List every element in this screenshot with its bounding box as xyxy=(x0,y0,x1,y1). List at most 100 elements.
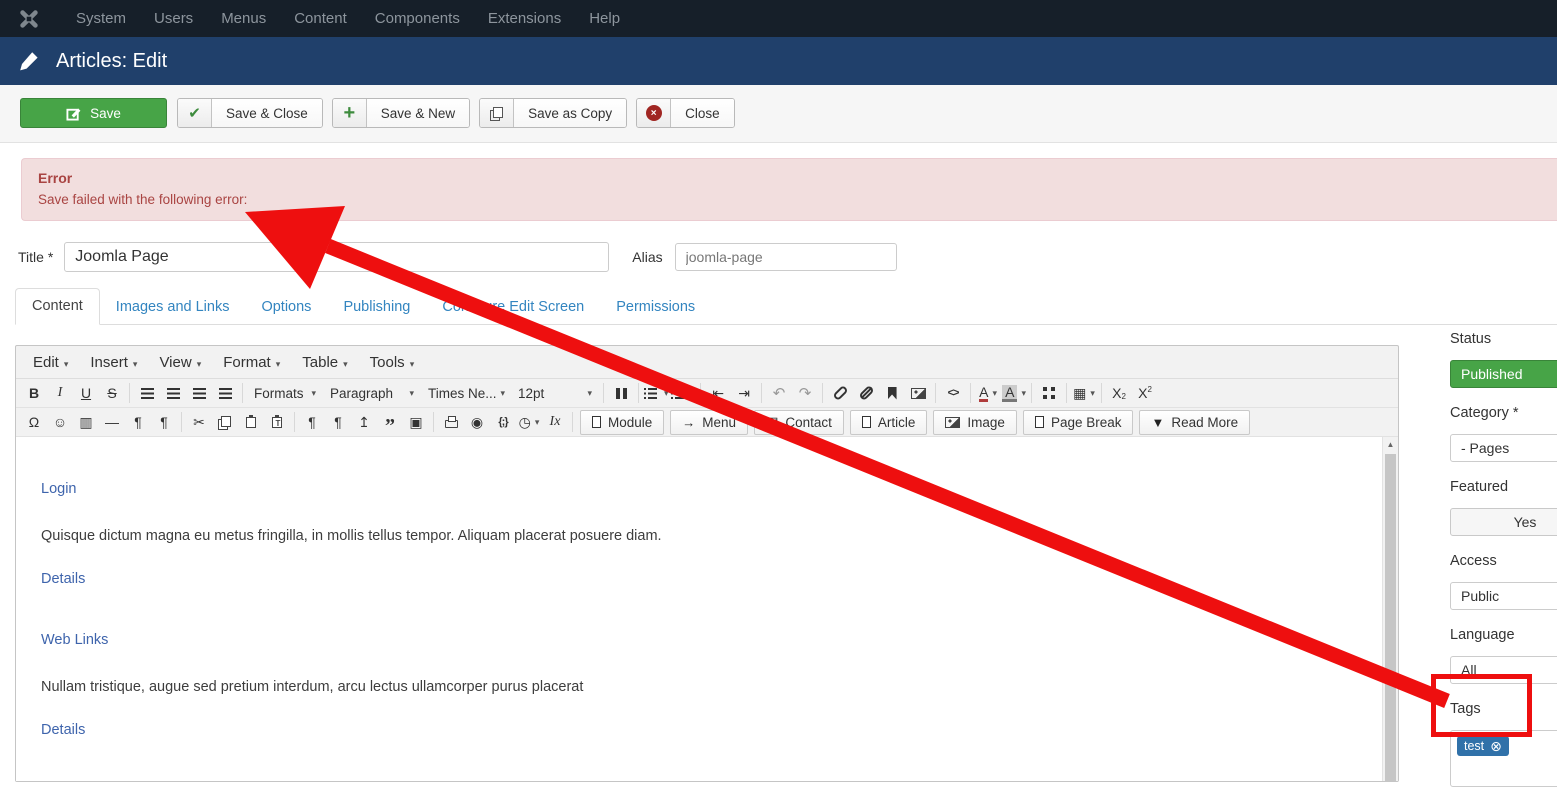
save-and-close-button[interactable]: ✔ Save & Close xyxy=(177,98,323,128)
underline-icon[interactable]: U xyxy=(74,381,98,405)
fullscreen-icon[interactable] xyxy=(1037,381,1061,405)
paragraph-dropdown[interactable]: Paragraph ▾ xyxy=(324,381,420,405)
horizontal-rule-icon[interactable]: — xyxy=(100,410,124,434)
superscript-icon[interactable]: X xyxy=(1133,381,1157,405)
editor-menu-view[interactable]: View ▾ xyxy=(148,354,212,371)
language-select[interactable]: All xyxy=(1450,656,1557,684)
italic-icon[interactable]: I xyxy=(48,381,72,405)
menu-item-help[interactable]: Help xyxy=(575,0,634,37)
blockquote-icon[interactable]: ” xyxy=(378,410,402,436)
template-icon[interactable]: ▣ xyxy=(404,410,428,434)
editor-menu-insert[interactable]: Insert ▾ xyxy=(79,354,148,371)
strikethrough-icon[interactable]: S xyxy=(100,381,124,405)
code-sample-icon[interactable]: {;} xyxy=(491,410,515,434)
scrollbar-thumb[interactable] xyxy=(1385,454,1396,781)
search-replace-icon[interactable] xyxy=(609,381,633,405)
tab-permissions[interactable]: Permissions xyxy=(600,290,711,325)
align-right-icon[interactable] xyxy=(187,381,211,405)
formats-dropdown[interactable]: Formats ▾ xyxy=(248,381,322,405)
print-icon[interactable] xyxy=(439,410,463,434)
bold-icon[interactable]: B xyxy=(22,381,46,405)
paste-icon[interactable] xyxy=(239,410,263,434)
image-button[interactable]: Image xyxy=(933,409,1017,435)
editor-menu-tools[interactable]: Tools ▾ xyxy=(359,354,426,371)
module-button[interactable]: Module xyxy=(580,409,665,435)
article-button[interactable]: Article xyxy=(849,409,928,435)
ltr-icon[interactable]: ¶ xyxy=(126,410,150,434)
special-character-icon[interactable]: Ω xyxy=(22,410,46,434)
readmore-button[interactable]: ▼ Read More xyxy=(1139,409,1251,435)
tab-publishing[interactable]: Publishing xyxy=(327,290,426,325)
tab-images-and-links[interactable]: Images and Links xyxy=(100,290,246,325)
save-and-new-button[interactable]: + Save & New xyxy=(331,98,471,128)
status-select[interactable]: Published xyxy=(1450,360,1557,388)
insert-media-icon[interactable]: ▥ xyxy=(74,410,98,434)
editor-menu-table[interactable]: Table ▾ xyxy=(291,354,358,371)
menu-item-system[interactable]: System xyxy=(62,0,140,37)
align-center-icon[interactable] xyxy=(161,381,185,405)
nonbreaking-space-icon[interactable]: ↥ xyxy=(352,410,376,434)
unlink-icon[interactable] xyxy=(854,381,878,405)
editor-menu-edit[interactable]: Edit ▾ xyxy=(22,354,79,371)
paste-as-text-icon[interactable] xyxy=(265,410,289,434)
source-code-icon[interactable]: <> xyxy=(941,381,965,405)
insert-table-icon[interactable]: ▦ ▾ xyxy=(1072,381,1096,405)
menu-item-menus[interactable]: Menus xyxy=(207,0,280,37)
tab-options[interactable]: Options xyxy=(245,290,327,325)
title-input[interactable] xyxy=(64,242,610,272)
insert-image-icon[interactable] xyxy=(906,381,930,405)
align-left-icon[interactable] xyxy=(135,381,159,405)
tags-input[interactable]: test ⊗ xyxy=(1450,730,1557,787)
category-select[interactable]: - Pages xyxy=(1450,434,1557,462)
remove-tag-icon[interactable]: ⊗ xyxy=(1490,739,1502,753)
cut-icon[interactable]: ✂ xyxy=(187,410,211,434)
save-button[interactable]: Save xyxy=(20,98,167,128)
close-button[interactable]: × Close xyxy=(636,98,735,128)
scroll-up-icon[interactable]: ▲ xyxy=(1383,437,1398,452)
menu-item-components[interactable]: Components xyxy=(361,0,474,37)
insert-link-icon[interactable] xyxy=(828,381,852,405)
font-family-dropdown[interactable]: Times Ne... ▾ xyxy=(422,381,510,405)
menu-item-users[interactable]: Users xyxy=(140,0,207,37)
editor-scrollbar[interactable]: ▲ xyxy=(1382,437,1398,781)
editor-menu-format[interactable]: Format ▾ xyxy=(212,354,291,371)
insert-datetime-icon[interactable]: ◷ ▾ xyxy=(517,410,541,434)
editor-content-link[interactable]: Login xyxy=(41,481,1358,497)
pagebreak-button[interactable]: Page Break xyxy=(1022,409,1134,435)
access-select[interactable]: Public xyxy=(1450,582,1557,610)
tab-configure-edit-screen[interactable]: Configure Edit Screen xyxy=(426,290,600,325)
alias-input[interactable] xyxy=(674,243,897,271)
indent-icon[interactable]: ⇥ xyxy=(732,381,756,405)
menu-item-extensions[interactable]: Extensions xyxy=(474,0,575,37)
menu-button[interactable]: → Menu xyxy=(670,409,749,435)
subscript-icon[interactable]: X xyxy=(1107,381,1131,405)
anchor-icon[interactable] xyxy=(880,381,904,405)
joomla-logo-icon[interactable] xyxy=(14,8,44,30)
visual-blocks-icon[interactable]: ¶ xyxy=(326,410,350,434)
featured-toggle[interactable]: Yes xyxy=(1450,508,1557,536)
contact-button[interactable]: ▤ Contact xyxy=(754,409,844,435)
save-as-copy-button[interactable]: Save as Copy xyxy=(479,98,628,128)
editor-details-link[interactable]: Details xyxy=(41,722,1358,738)
font-size-dropdown[interactable]: 12pt ▾ xyxy=(512,381,598,405)
emoticons-icon[interactable]: ☺ xyxy=(48,410,72,434)
outdent-icon[interactable]: ⇤ xyxy=(706,381,730,405)
editor-details-link[interactable]: Details xyxy=(41,571,1358,587)
visual-chars-icon[interactable]: ¶ xyxy=(300,410,324,434)
rtl-icon[interactable]: ¶ xyxy=(152,410,176,434)
editor-content-link[interactable]: Web Links xyxy=(41,632,1358,648)
tags-label: Tags xyxy=(1450,701,1481,717)
redo-icon[interactable]: ↷ xyxy=(793,381,817,405)
preview-icon[interactable]: ◉ xyxy=(465,410,489,434)
text-color-icon[interactable]: A ▾ xyxy=(976,381,1000,405)
align-justify-icon[interactable] xyxy=(213,381,237,405)
bullet-list-icon[interactable]: ▾ xyxy=(644,381,669,405)
tab-content[interactable]: Content xyxy=(15,288,100,325)
numbered-list-icon[interactable]: ▾ xyxy=(670,381,695,405)
background-color-icon[interactable]: A ▾ xyxy=(1002,381,1026,405)
menu-item-content[interactable]: Content xyxy=(280,0,361,37)
editor-content-area[interactable]: Login Quisque dictum magna eu metus frin… xyxy=(16,437,1398,781)
undo-icon[interactable]: ↶ xyxy=(767,381,791,405)
copy-icon[interactable] xyxy=(213,410,237,434)
clear-formatting-icon[interactable]: Ix xyxy=(543,410,567,434)
